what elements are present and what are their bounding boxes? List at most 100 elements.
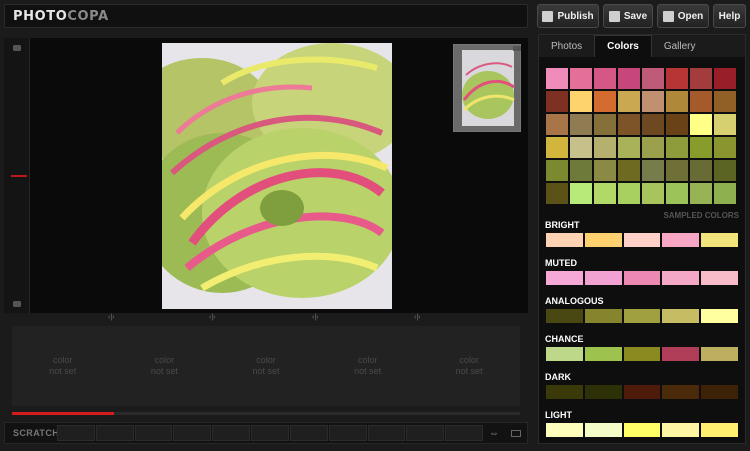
scratch-cell[interactable] [57,425,95,441]
sampled-swatch[interactable] [617,182,641,205]
sampled-swatch[interactable] [593,67,617,90]
sampled-swatch[interactable] [665,182,689,205]
sampled-swatch[interactable] [641,113,665,136]
sampled-swatch[interactable] [617,67,641,90]
palette-swatch[interactable] [700,346,739,362]
publish-button[interactable]: Publish [537,4,599,28]
sampled-swatch[interactable] [617,113,641,136]
slot-handle-icon[interactable]: ‹|› [108,314,114,321]
save-button[interactable]: Save [603,4,653,28]
position-marker[interactable] [11,175,27,177]
sampled-swatch[interactable] [665,67,689,90]
palette-swatch[interactable] [583,232,623,248]
sampled-swatch[interactable] [545,159,569,182]
palette-swatch[interactable] [622,308,662,324]
sampled-swatch[interactable] [641,136,665,159]
palette-swatch[interactable] [700,308,739,324]
sampled-swatch[interactable] [593,159,617,182]
sampled-swatch[interactable] [665,136,689,159]
settings-icon[interactable] [13,45,21,51]
palette-swatch[interactable] [545,308,584,324]
sampled-swatch[interactable] [545,182,569,205]
sampled-swatch[interactable] [713,67,737,90]
palette-swatch[interactable] [583,346,623,362]
sampled-swatch[interactable] [641,182,665,205]
color-slot[interactable]: color not set [418,326,520,406]
sampled-swatch[interactable] [617,90,641,113]
sampled-swatch[interactable] [545,67,569,90]
sampled-swatch[interactable] [689,113,713,136]
open-button[interactable]: Open [657,4,709,28]
help-button[interactable]: Help [713,4,746,28]
sampled-swatch[interactable] [569,159,593,182]
sampled-swatch[interactable] [665,90,689,113]
palette-swatch[interactable] [622,384,662,400]
palette-swatch[interactable] [661,384,701,400]
palette-swatch[interactable] [583,270,623,286]
palette-swatch[interactable] [583,384,623,400]
sampled-swatch[interactable] [569,136,593,159]
swap-icon[interactable]: ⇔ [489,428,499,439]
sampled-swatch[interactable] [665,113,689,136]
keyboard-icon[interactable] [511,430,521,437]
slot-handle-icon[interactable]: ‹|› [209,314,215,321]
palette-swatch[interactable] [622,232,662,248]
palette-swatch[interactable] [545,346,584,362]
palette-swatch[interactable] [661,232,701,248]
sampled-swatch[interactable] [641,67,665,90]
color-slot[interactable]: color not set [215,326,317,406]
palette-swatch[interactable] [661,270,701,286]
palette-swatch[interactable] [700,270,739,286]
palette-swatch[interactable] [545,232,584,248]
tab-photos[interactable]: Photos [539,35,594,57]
sampled-swatch[interactable] [713,113,737,136]
palette-swatch[interactable] [622,346,662,362]
palette-swatch[interactable] [700,232,739,248]
slot-handle-icon[interactable]: ‹|› [312,314,318,321]
palette-swatch[interactable] [583,422,623,438]
palette-swatch[interactable] [661,422,701,438]
tab-colors[interactable]: Colors [594,35,652,57]
sampled-swatch[interactable] [641,159,665,182]
palette-swatch[interactable] [545,270,584,286]
sampled-swatch[interactable] [713,90,737,113]
sampled-swatch[interactable] [593,182,617,205]
yarn-photo[interactable] [162,43,392,309]
palette-swatch[interactable] [661,308,701,324]
palette-swatch[interactable] [583,308,623,324]
color-slot[interactable]: color not set [114,326,216,406]
expand-icon[interactable] [513,46,521,51]
palette-swatch[interactable] [700,384,739,400]
sampled-swatch[interactable] [569,182,593,205]
sampled-swatch[interactable] [593,113,617,136]
slot-handle-icon[interactable]: ‹|› [414,314,420,321]
scratch-cell[interactable] [406,425,445,441]
palette-swatch[interactable] [700,422,739,438]
sampled-swatch[interactable] [545,90,569,113]
palette-swatch[interactable] [661,346,701,362]
scratch-cell[interactable] [251,425,289,441]
palette-swatch[interactable] [622,422,662,438]
scratch-cell[interactable] [367,425,406,441]
color-slot[interactable]: color not set [317,326,419,406]
sampled-swatch[interactable] [593,136,617,159]
sampled-swatch[interactable] [569,67,593,90]
sampled-swatch[interactable] [689,67,713,90]
sampled-swatch[interactable] [617,136,641,159]
scratch-cell[interactable] [289,425,328,441]
thumbnail-navigator[interactable] [453,44,521,132]
sampled-swatch[interactable] [545,113,569,136]
sampled-swatch[interactable] [689,182,713,205]
color-slot[interactable]: color not set [12,326,114,406]
sampled-swatch[interactable] [689,136,713,159]
sampled-swatch[interactable] [689,159,713,182]
sampled-swatch[interactable] [713,182,737,205]
scratch-cell[interactable] [173,425,212,441]
scratch-cell[interactable] [95,425,134,441]
scratch-cell[interactable] [328,425,367,441]
sampled-swatch[interactable] [689,90,713,113]
scratch-cell[interactable] [445,425,483,441]
sampled-swatch[interactable] [569,113,593,136]
sampled-swatch[interactable] [641,90,665,113]
sampled-swatch[interactable] [617,159,641,182]
